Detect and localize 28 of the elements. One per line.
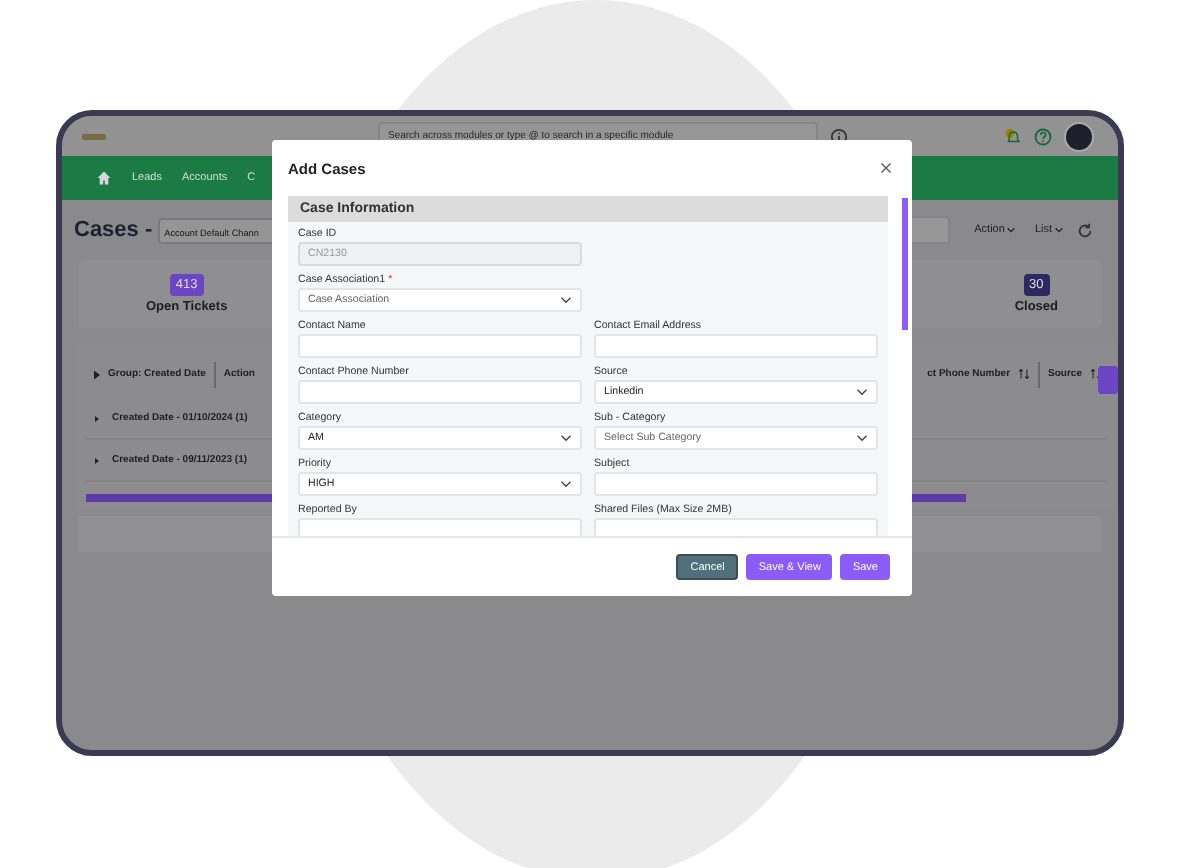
chevron-down-icon xyxy=(560,480,572,488)
input-field[interactable] xyxy=(594,518,878,536)
chevron-down-icon xyxy=(1006,226,1017,234)
sort-icon[interactable] xyxy=(1018,368,1031,380)
refresh-icon[interactable] xyxy=(1076,221,1094,239)
close-icon[interactable] xyxy=(880,162,892,174)
caret-icon[interactable] xyxy=(94,455,100,465)
page-title: Cases - xyxy=(74,218,153,242)
bell-icon[interactable] xyxy=(1004,127,1022,145)
chevron-down-icon xyxy=(560,296,572,304)
chevron-down-icon xyxy=(856,388,868,396)
logo-icon xyxy=(82,133,106,139)
sort-icon[interactable] xyxy=(1090,368,1102,380)
input-field[interactable] xyxy=(298,518,582,536)
avatar[interactable] xyxy=(1064,121,1094,151)
home-icon[interactable] xyxy=(96,170,112,186)
chevron-down-icon xyxy=(560,434,572,442)
input-field[interactable] xyxy=(594,472,878,496)
help-icon[interactable] xyxy=(1034,127,1052,145)
panel-toggle-button[interactable] xyxy=(1098,366,1118,394)
input-field[interactable] xyxy=(594,334,878,358)
caret-icon[interactable] xyxy=(94,413,100,423)
scrollbar[interactable] xyxy=(902,198,908,330)
input-field[interactable] xyxy=(298,380,582,404)
chevron-down-icon xyxy=(1054,226,1064,234)
caret-icon[interactable] xyxy=(94,369,100,379)
input-field[interactable] xyxy=(298,334,582,358)
chevron-down-icon xyxy=(856,434,868,442)
